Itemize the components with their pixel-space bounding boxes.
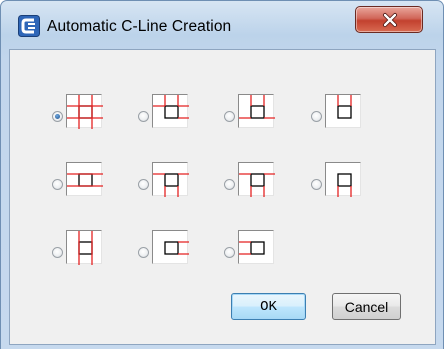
option-radio-horizontal-right[interactable] <box>138 247 149 258</box>
option-radio-top-left-corner[interactable] <box>138 111 149 122</box>
option-radio-vertical-down-only[interactable] <box>311 179 322 190</box>
cancel-button[interactable]: Cancel <box>332 293 401 320</box>
close-icon <box>383 13 397 27</box>
option-radio-full-grid[interactable] <box>52 111 63 122</box>
cline-horizontal-left-icon[interactable] <box>238 230 274 264</box>
dialog-window: Automatic C-Line Creation OK Cancel <box>0 0 444 349</box>
cline-horizontal-through-icon[interactable] <box>66 162 103 196</box>
cline-horizontal-right-icon[interactable] <box>152 230 189 264</box>
ok-button-label: OK <box>260 298 277 315</box>
option-radio-two-vertical-down[interactable] <box>224 179 235 190</box>
c-line-app-icon <box>18 15 40 37</box>
cline-full-grid-icon[interactable] <box>66 94 103 129</box>
option-radio-left-corner-down[interactable] <box>138 179 149 190</box>
window-title: Automatic C-Line Creation <box>47 18 232 35</box>
cline-corner-top-left-icon[interactable] <box>152 94 189 128</box>
title-bar[interactable]: Automatic C-Line Creation <box>1 1 443 43</box>
dialog-body: OK Cancel <box>9 49 436 345</box>
option-radio-top-vertical-only[interactable] <box>311 111 322 122</box>
cline-left-corner-down-icon[interactable] <box>152 162 189 197</box>
cline-top-vertical-icon[interactable] <box>325 94 361 128</box>
cline-top-two-icon[interactable] <box>238 94 275 128</box>
cline-two-vertical-down-icon[interactable] <box>238 162 275 197</box>
option-radio-top-two-sides[interactable] <box>224 111 235 122</box>
cancel-button-label: Cancel <box>344 298 389 315</box>
ok-button[interactable]: OK <box>231 293 306 320</box>
option-radio-vertical-through[interactable] <box>52 247 63 258</box>
close-button[interactable] <box>355 6 423 33</box>
option-radio-horizontal-through[interactable] <box>52 179 63 190</box>
cline-vertical-down-icon[interactable] <box>325 162 361 197</box>
cline-vertical-through-icon[interactable] <box>66 230 102 265</box>
option-radio-horizontal-left[interactable] <box>224 247 235 258</box>
